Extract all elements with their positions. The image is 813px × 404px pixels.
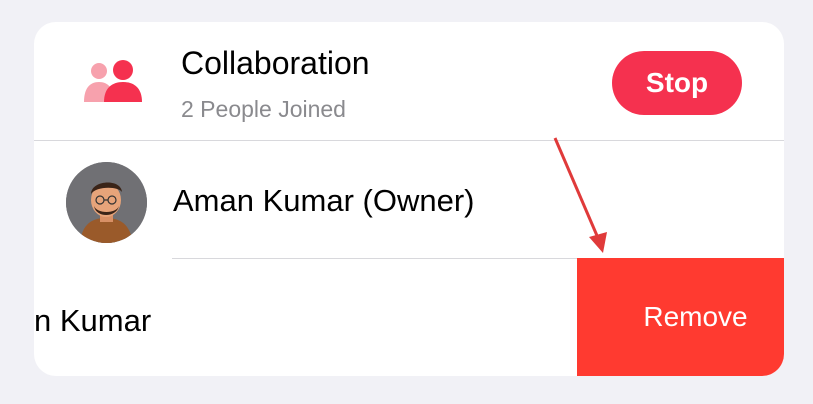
participant-name: Aman Kumar (Owner) xyxy=(173,183,475,218)
red-arrow-icon xyxy=(553,137,607,253)
participant-row-owner: Aman Kumar (Owner) xyxy=(34,140,784,258)
collaboration-title: Collaboration xyxy=(181,45,370,81)
memoji-avatar-icon xyxy=(66,162,147,243)
participant-name: n Kumar xyxy=(34,303,152,338)
stop-collaboration-button[interactable]: Stop xyxy=(612,51,742,115)
collaboration-card: Collaboration 2 People Joined Stop Aman … xyxy=(34,22,784,376)
people-joined-count: 2 People Joined xyxy=(181,96,346,122)
remove-label: Remove xyxy=(643,301,748,332)
collaboration-header-row: Collaboration 2 People Joined Stop xyxy=(34,22,784,140)
participant-row-swiped[interactable]: n Kumar Remove xyxy=(34,258,784,376)
remove-participant-button[interactable]: Remove xyxy=(577,258,784,376)
people-icon xyxy=(84,60,142,102)
avatar xyxy=(66,162,147,243)
